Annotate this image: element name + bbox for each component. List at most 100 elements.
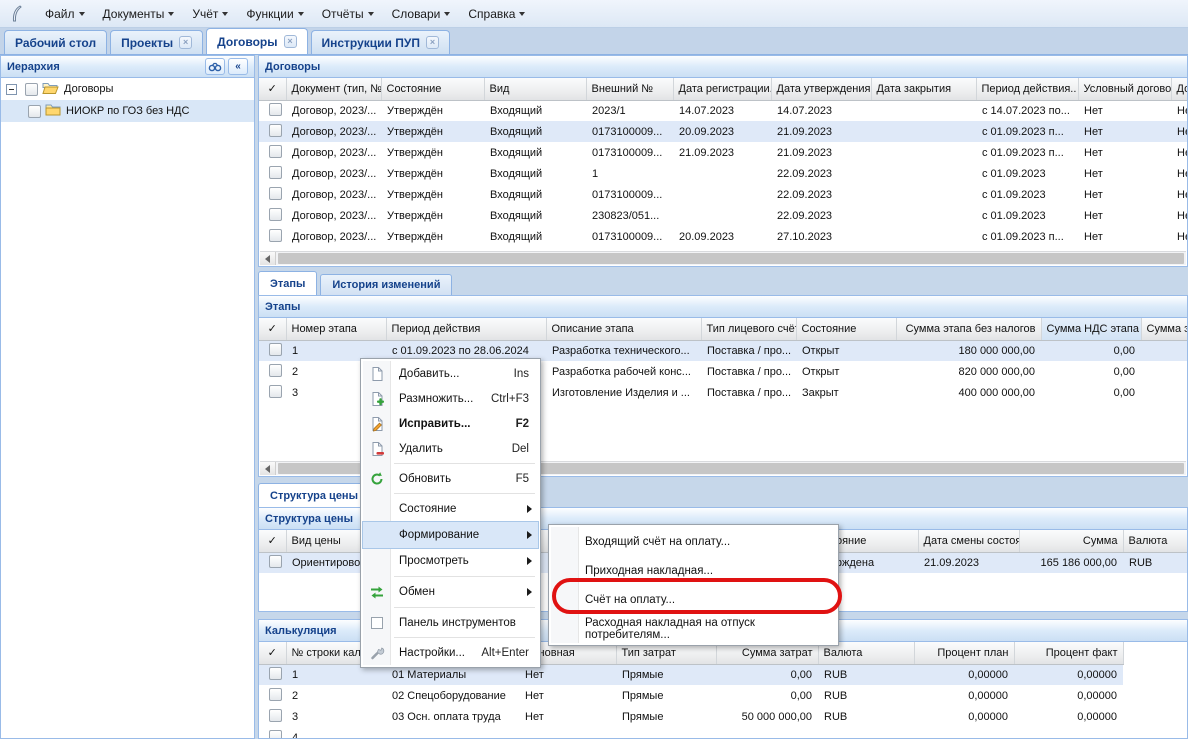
table-row[interactable]: Договор, 2023/...УтверждёнВходящий2023/1… [259, 100, 1187, 121]
column-header[interactable]: Процент факт [1014, 642, 1123, 664]
tree-checkbox[interactable] [25, 83, 38, 96]
context-menu-item[interactable]: ОбновитьF5 [363, 466, 538, 491]
column-header[interactable]: Вид [484, 78, 586, 100]
main-tab[interactable]: Проекты× [110, 30, 203, 54]
column-header[interactable]: Дата утверждения [771, 78, 871, 100]
column-header[interactable]: Номер этапа [286, 318, 386, 340]
context-menu-item[interactable]: Исправить...F2 [363, 411, 538, 436]
submenu-item[interactable]: Расходная накладная на отпуск потребител… [551, 614, 836, 643]
column-header[interactable]: Документ (тип, № [286, 78, 381, 100]
table-cell: с 01.09.2023 [976, 205, 1078, 226]
row-checkbox[interactable] [269, 103, 282, 116]
table-row[interactable]: Договор, 2023/...УтверждёнВходящий017310… [259, 184, 1187, 205]
table-row[interactable]: Договор, 2023/...УтверждёнВходящий017310… [259, 142, 1187, 163]
menubar-items: ФайлДокументыУчётФункцииОтчётыСловариСпр… [36, 4, 534, 24]
column-header[interactable]: Внешний № [586, 78, 673, 100]
column-header[interactable]: Период действия [386, 318, 546, 340]
tree-item[interactable]: НИОКР по ГОЗ без НДС [1, 100, 254, 122]
table-cell: Входящий [484, 142, 586, 163]
collapse-sidebar-icon[interactable]: « [228, 58, 248, 75]
row-checkbox[interactable] [269, 229, 282, 242]
column-header[interactable]: Состояние [796, 318, 896, 340]
tree-expander-icon[interactable] [6, 84, 17, 95]
row-checkbox[interactable] [269, 208, 282, 221]
context-menu-item[interactable]: Добавить...Ins [363, 361, 538, 386]
table-cell: Входящий [484, 163, 586, 184]
table-row[interactable]: 303 Осн. оплата трудаНетПрямые50 000 000… [259, 706, 1123, 727]
stage-tab[interactable]: История изменений [320, 274, 452, 295]
row-checkbox[interactable] [269, 709, 282, 722]
tree-item[interactable]: Договоры [1, 78, 254, 100]
column-header[interactable]: Сумма этапа без налогов [896, 318, 1041, 340]
row-checkbox[interactable] [269, 166, 282, 179]
table-cell [871, 184, 976, 205]
row-checkbox[interactable] [269, 385, 282, 398]
select-all-column-header[interactable]: ✓ [259, 318, 286, 340]
tab-close-icon[interactable]: × [179, 36, 192, 49]
menubar-item[interactable]: Документы [94, 4, 184, 24]
scroll-left-icon[interactable] [260, 252, 276, 265]
table-row[interactable]: Договор, 2023/...УтверждёнВходящий122.09… [259, 163, 1187, 184]
table-row[interactable]: 202 СпецоборудованиеНетПрямые0,00RUB0,00… [259, 685, 1123, 706]
tab-price-structure[interactable]: Структура цены [258, 483, 370, 507]
scrollbar-thumb[interactable] [278, 253, 1184, 264]
select-all-column-header[interactable]: ✓ [259, 78, 286, 100]
context-menu-item[interactable]: Панель инструментов [363, 610, 538, 635]
column-header[interactable]: Дата закрытия [871, 78, 976, 100]
table-cell: Поставка / про... [701, 340, 796, 361]
table-row[interactable]: Договор, 2023/...УтверждёнВходящий230823… [259, 205, 1187, 226]
context-menu-item[interactable]: Размножить...Ctrl+F3 [363, 386, 538, 411]
tab-close-icon[interactable]: × [426, 36, 439, 49]
menubar-item[interactable]: Справка [459, 4, 534, 24]
select-all-column-header[interactable]: ✓ [259, 530, 286, 552]
menubar-item[interactable]: Функции [237, 4, 312, 24]
row-checkbox[interactable] [269, 730, 282, 739]
context-menu-item[interactable]: Состояние [363, 496, 538, 522]
scroll-left-icon[interactable] [260, 462, 276, 475]
row-checkbox[interactable] [269, 343, 282, 356]
menubar-item[interactable]: Словари [383, 4, 460, 24]
row-checkbox[interactable] [269, 187, 282, 200]
row-checkbox[interactable] [269, 145, 282, 158]
context-menu-item[interactable]: Просмотреть [363, 548, 538, 574]
column-header[interactable]: Валюта [1123, 530, 1187, 552]
contracts-horizontal-scrollbar[interactable] [260, 251, 1186, 265]
menubar-item[interactable]: Отчёты [313, 4, 383, 24]
table-row[interactable]: Договор, 2023/...УтверждёнВходящий017310… [259, 121, 1187, 142]
main-tab[interactable]: Инструкции ПУП× [311, 30, 450, 54]
submenu-item[interactable]: Входящий счёт на оплату... [551, 527, 836, 556]
column-header[interactable]: Процент план [914, 642, 1014, 664]
context-menu-item[interactable]: УдалитьDel [363, 436, 538, 461]
context-menu-item[interactable]: Настройки...Alt+Enter [363, 640, 538, 665]
context-menu-item[interactable]: Обмен [363, 579, 538, 605]
row-checkbox[interactable] [269, 555, 282, 568]
row-checkbox[interactable] [269, 364, 282, 377]
table-row[interactable]: 4 [259, 727, 1123, 738]
stage-tab[interactable]: Этапы [258, 271, 317, 295]
menubar-item[interactable]: Учёт [183, 4, 237, 24]
table-cell: 0,00 [1041, 361, 1141, 382]
column-header[interactable]: Сумма НДС этапа [1041, 318, 1141, 340]
select-all-column-header[interactable]: ✓ [259, 642, 286, 664]
tab-close-icon[interactable]: × [284, 35, 297, 48]
column-header[interactable]: Описание этапа [546, 318, 701, 340]
column-header[interactable]: Дата регистрации. [673, 78, 771, 100]
tree-checkbox[interactable] [28, 105, 41, 118]
column-header[interactable]: Период действия.. [976, 78, 1078, 100]
column-header[interactable]: Сумма эт [1141, 318, 1187, 340]
search-icon[interactable] [205, 58, 225, 75]
table-row[interactable]: Договор, 2023/...УтверждёнВходящий017310… [259, 226, 1187, 247]
column-header[interactable]: Состояние [381, 78, 484, 100]
column-header[interactable]: Дата смены состоя [918, 530, 1019, 552]
menubar-item[interactable]: Файл [36, 4, 94, 24]
column-header[interactable]: Сумма [1019, 530, 1123, 552]
row-checkbox[interactable] [269, 688, 282, 701]
column-header[interactable]: Условный договор [1078, 78, 1171, 100]
column-header[interactable]: Тип лицевого счёт [701, 318, 796, 340]
row-checkbox[interactable] [269, 124, 282, 137]
row-checkbox[interactable] [269, 667, 282, 680]
column-header[interactable]: Дог [1171, 78, 1187, 100]
context-menu-item[interactable]: Формирование [363, 522, 538, 548]
main-tab[interactable]: Договоры× [206, 28, 307, 54]
main-tab[interactable]: Рабочий стол [4, 30, 107, 54]
